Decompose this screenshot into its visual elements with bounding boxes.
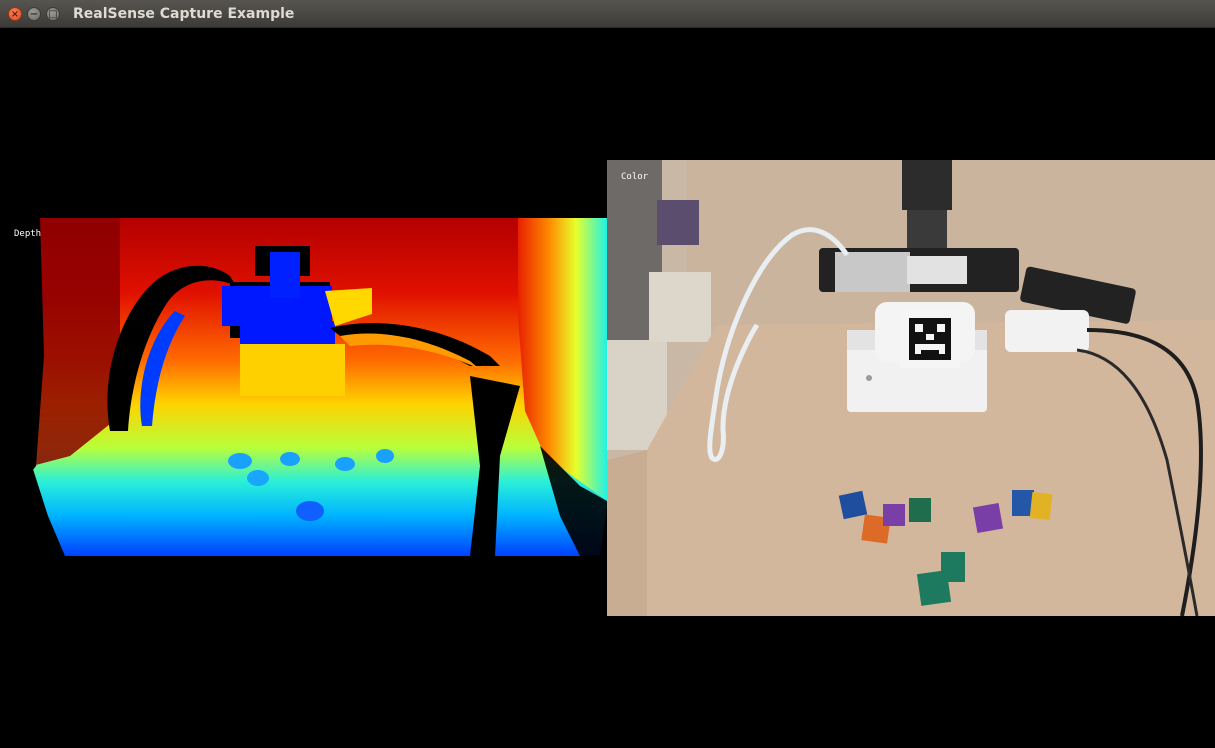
color-view-label: Color — [621, 172, 649, 182]
aruco-marker-icon — [900, 310, 960, 368]
window-title: RealSense Capture Example — [73, 6, 295, 22]
content-area — [0, 28, 1215, 748]
depth-view-label: Depth — [14, 229, 42, 239]
depth-stream-view — [0, 216, 607, 559]
minimize-window-button[interactable]: − — [27, 7, 41, 21]
depth-image — [0, 216, 607, 559]
color-image — [607, 160, 1215, 616]
close-window-button[interactable]: × — [8, 7, 22, 21]
maximize-window-button[interactable]: □ — [46, 7, 60, 21]
color-stream-view — [607, 160, 1215, 616]
title-bar[interactable]: × − □ RealSense Capture Example — [0, 0, 1215, 28]
app-window: × − □ RealSense Capture Example Depth Co… — [0, 0, 1215, 748]
